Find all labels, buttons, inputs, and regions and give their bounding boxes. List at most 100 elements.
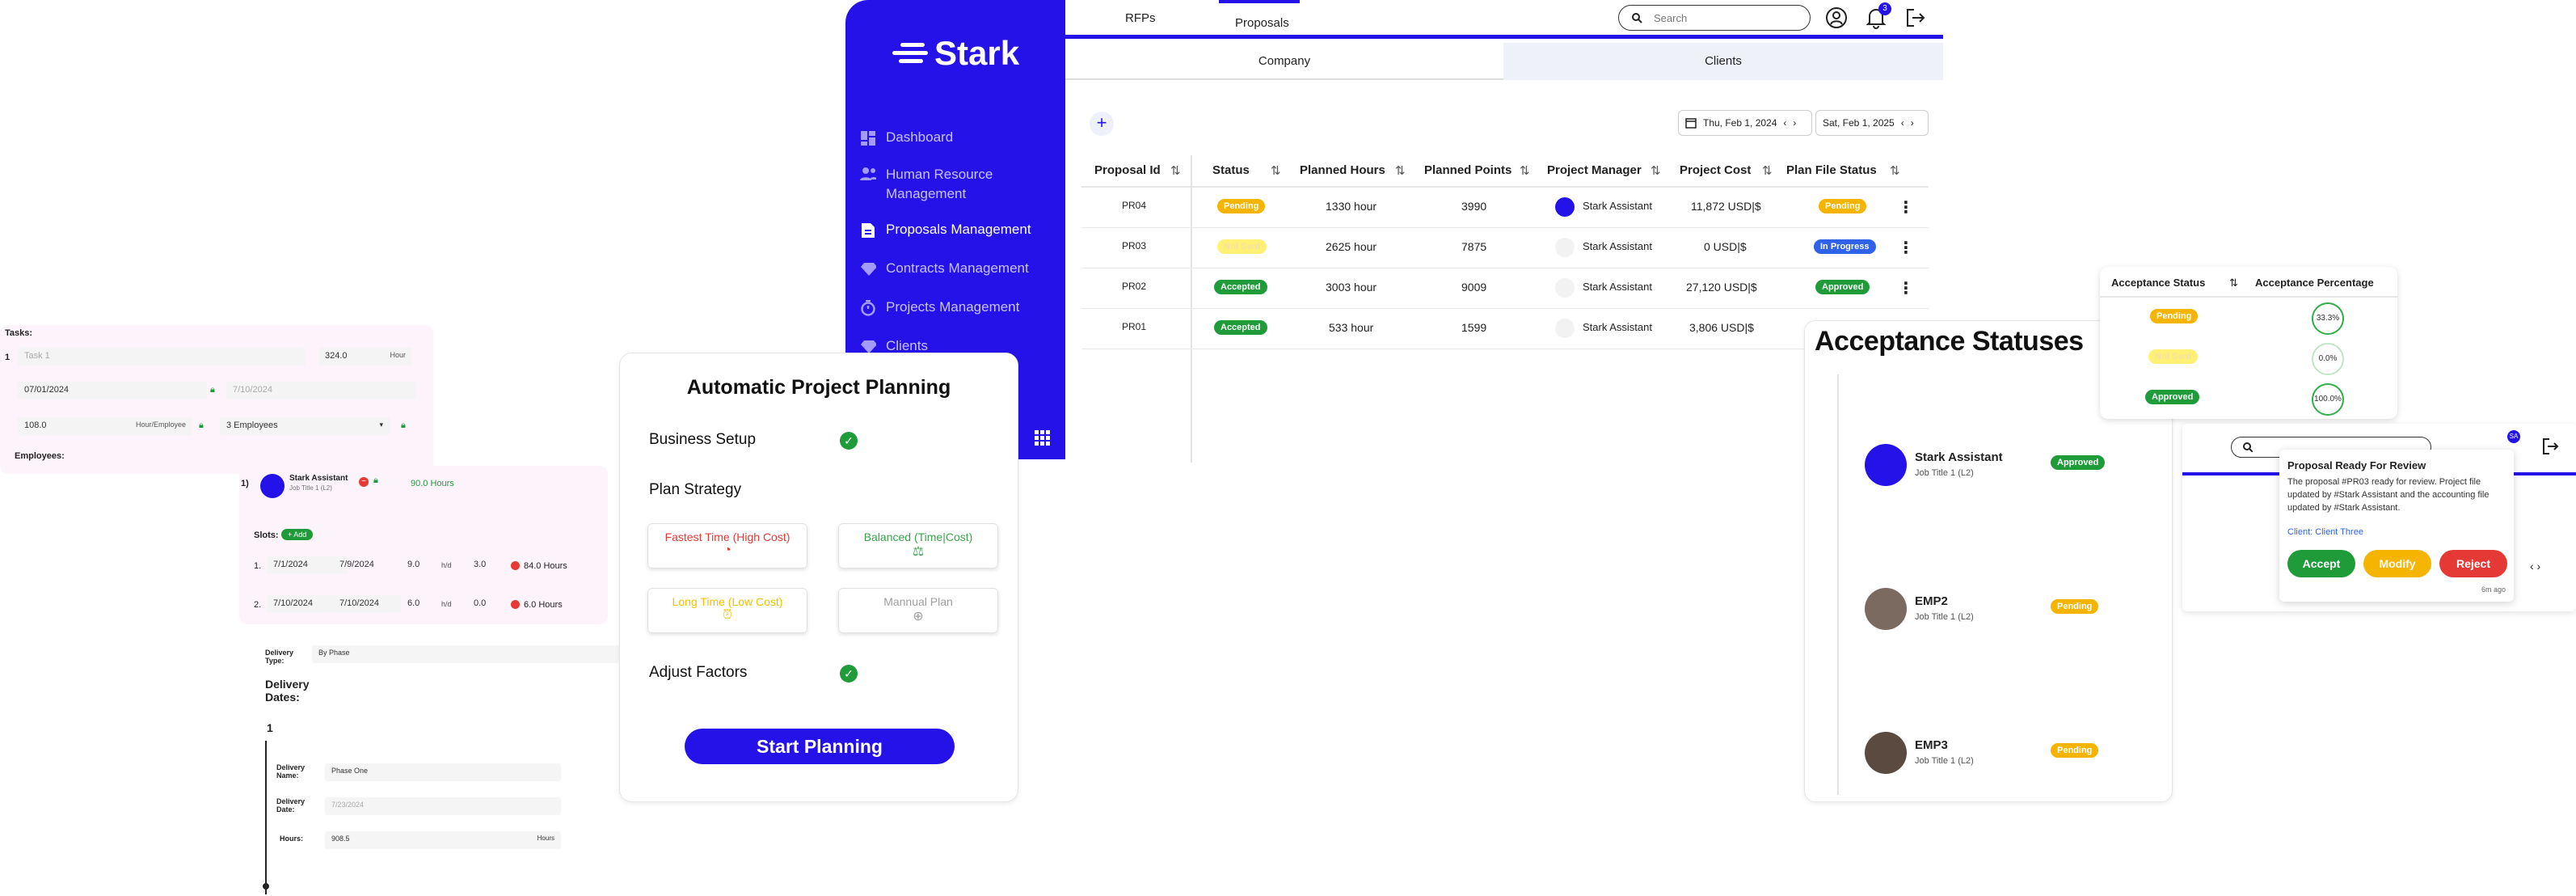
- sidebar-item-label: Projects Management: [886, 299, 1020, 315]
- sort-icon[interactable]: ⇅: [1520, 163, 1530, 178]
- tab-rfps[interactable]: RFPs: [1125, 11, 1156, 25]
- sort-icon[interactable]: ⇅: [1762, 163, 1773, 178]
- start-planning-button[interactable]: Start Planning: [685, 729, 955, 764]
- brand-logo[interactable]: Stark: [892, 34, 1019, 73]
- slot-hours[interactable]: 9.0: [401, 556, 438, 574]
- lock-icon[interactable]: 🔒︎: [401, 421, 406, 431]
- cell-cost: 27,120 USD|$: [1686, 281, 1757, 294]
- sort-icon[interactable]: ⇅: [1170, 163, 1181, 178]
- delivery-type-label: Delivery Type:: [265, 649, 294, 665]
- add-proposal-button[interactable]: +: [1090, 112, 1114, 136]
- lock-icon[interactable]: 🔒︎: [199, 421, 204, 431]
- delivery-date-input[interactable]: 7/23/2024: [325, 797, 561, 815]
- slot-to-date[interactable]: 7/10/2024: [333, 595, 401, 613]
- more-icon[interactable]: ⋮: [1898, 278, 1914, 298]
- proposals-table: Proposal Id ⇅ Status ⇅ Planned Hours ⇅ P…: [1081, 155, 1929, 463]
- task-hours-unit: Hour: [390, 351, 406, 359]
- col-proposal-id[interactable]: Proposal Id: [1094, 163, 1161, 177]
- slot-from-date[interactable]: 7/10/2024: [267, 595, 335, 613]
- col-planned-points[interactable]: Planned Points: [1424, 163, 1511, 177]
- logout-icon[interactable]: [2541, 437, 2559, 456]
- sidebar-item-label: Proposals Management: [886, 222, 1031, 237]
- add-slot-button[interactable]: + Add: [281, 529, 314, 540]
- modify-button[interactable]: Modify: [2363, 550, 2431, 577]
- delivery-name-input[interactable]: Phase One: [325, 763, 561, 781]
- strategy-long-time[interactable]: Long Time (Low Cost) ⏰︎: [647, 588, 807, 633]
- delivery-hours-input[interactable]: 908.5 Hours: [325, 831, 561, 849]
- delivery-type-select[interactable]: By Phase: [312, 645, 619, 663]
- logout-icon[interactable]: [1904, 6, 1925, 29]
- tab-proposals[interactable]: Proposals: [1235, 16, 1289, 30]
- remove-icon[interactable]: −: [359, 477, 369, 487]
- end-date-picker[interactable]: Sat, Feb 1, 2025 ‹ ›: [1815, 110, 1929, 136]
- strategy-fastest[interactable]: Fastest Time (High Cost) ◔: [647, 523, 807, 568]
- apps-grid-icon[interactable]: [1035, 430, 1051, 446]
- sort-icon[interactable]: ⇅: [1395, 163, 1406, 178]
- table-row[interactable]: PR02 Accepted 3003 hour 9009 Stark Assis…: [1081, 268, 1929, 309]
- status-badge: Pending: [2150, 309, 2199, 323]
- employee-name: EMP2: [1915, 594, 1948, 608]
- col-project-manager[interactable]: Project Manager: [1547, 163, 1642, 177]
- task-name-input[interactable]: Task 1: [18, 348, 306, 366]
- slot-extra[interactable]: 0.0: [467, 595, 511, 613]
- lock-icon[interactable]: 🔒︎: [373, 475, 378, 486]
- task-hours-input[interactable]: 324.0 Hour: [318, 348, 412, 366]
- sidebar-item-dashboard[interactable]: Dashboard: [860, 129, 1062, 146]
- lock-icon[interactable]: 🔒︎: [210, 385, 215, 395]
- slot-hours[interactable]: 6.0: [401, 595, 438, 613]
- search-input[interactable]: Search: [1618, 5, 1811, 31]
- sidebar-item-contracts[interactable]: Contracts Management: [860, 260, 1062, 277]
- slot-to-date[interactable]: 7/9/2024: [333, 556, 401, 574]
- sort-icon[interactable]: ⇅: [1890, 163, 1900, 178]
- task-start-date[interactable]: 07/01/2024: [18, 382, 207, 399]
- remove-slot-icon[interactable]: [511, 600, 520, 609]
- task-rate-input[interactable]: 108.0 Hour/Employee: [18, 417, 192, 435]
- reject-button[interactable]: Reject: [2439, 550, 2507, 577]
- sort-icon[interactable]: ⇅: [1651, 163, 1661, 178]
- sidebar-item-projects[interactable]: Projects Management: [860, 299, 1062, 316]
- cell-cost: 0 USD|$: [1704, 240, 1747, 253]
- col-acceptance-status[interactable]: Acceptance Status: [2111, 277, 2205, 289]
- tasks-panel: Tasks: 1 Task 1 324.0 Hour 07/01/2024 🔒︎…: [0, 325, 433, 474]
- logo-icon: [892, 41, 928, 66]
- planning-title: Automatic Project Planning: [686, 376, 951, 399]
- strategy-balanced[interactable]: Balanced (Time|Cost) ⚖: [838, 523, 998, 568]
- slot-extra[interactable]: 3.0: [467, 556, 511, 574]
- date-next-icon[interactable]: ›: [1911, 117, 1914, 129]
- list-item[interactable]: EMP3 Job Title 1 (L2) Pending: [1805, 706, 2173, 803]
- table-row[interactable]: PR01 Accepted 533 hour 1599 Stark Assist…: [1081, 309, 1929, 349]
- status-badge: Approved: [2051, 455, 2106, 470]
- list-item[interactable]: Stark Assistant Job Title 1 (L2) Approve…: [1805, 418, 2173, 515]
- task-end-date[interactable]: 7/10/2024: [226, 382, 415, 399]
- subtab-clients[interactable]: Clients: [1503, 43, 1943, 80]
- sidebar-item-hr[interactable]: Human Resource Management: [860, 165, 1062, 204]
- col-planned-hours[interactable]: Planned Hours: [1300, 163, 1385, 177]
- col-plan-file-status[interactable]: Plan File Status: [1786, 163, 1877, 177]
- col-acceptance-percentage[interactable]: Acceptance Percentage: [2255, 277, 2374, 289]
- col-status[interactable]: Status: [1212, 163, 1250, 177]
- strategy-manual[interactable]: Mannual Plan ⊕: [838, 588, 998, 633]
- date-nav-icon[interactable]: ‹ ›: [2530, 560, 2540, 573]
- sidebar-item-proposals[interactable]: Proposals Management: [860, 222, 1062, 239]
- subtab-company[interactable]: Company: [1065, 43, 1503, 80]
- avatar: [1865, 444, 1907, 486]
- more-icon[interactable]: ⋮: [1898, 197, 1914, 218]
- percentage-ring: 0.0%: [2312, 343, 2344, 375]
- col-project-cost[interactable]: Project Cost: [1680, 163, 1751, 177]
- list-item[interactable]: EMP2 Job Title 1 (L2) Pending: [1805, 562, 2173, 659]
- remove-slot-icon[interactable]: [511, 561, 520, 570]
- employees-select[interactable]: 3 Employees ▾: [220, 417, 390, 435]
- date-prev-icon[interactable]: ‹: [1901, 117, 1904, 129]
- date-prev-icon[interactable]: ‹: [1783, 117, 1786, 129]
- start-date-picker[interactable]: Thu, Feb 1, 2024 ‹ ›: [1678, 110, 1812, 136]
- user-icon[interactable]: [1825, 6, 1848, 29]
- table-row[interactable]: PR03 Not Sent 2625 hour 7875 Stark Assis…: [1081, 228, 1929, 268]
- notification-client[interactable]: Client: Client Three: [2287, 527, 2363, 537]
- accept-button[interactable]: Accept: [2287, 550, 2355, 577]
- more-icon[interactable]: ⋮: [1898, 238, 1914, 258]
- sort-icon[interactable]: ⇅: [1271, 163, 1281, 178]
- sort-icon[interactable]: ⇅: [2229, 277, 2238, 290]
- date-next-icon[interactable]: ›: [1793, 117, 1796, 129]
- cell-points: 3990: [1461, 200, 1487, 213]
- table-row[interactable]: PR04 Pending 1330 hour 3990 Stark Assist…: [1081, 188, 1929, 228]
